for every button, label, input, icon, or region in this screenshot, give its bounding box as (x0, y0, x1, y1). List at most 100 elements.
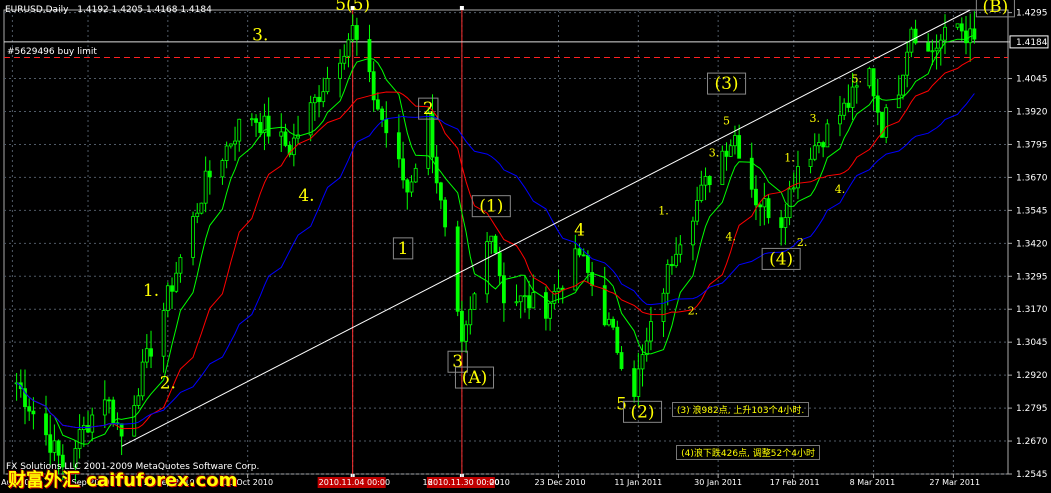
candle-body (342, 55, 347, 64)
candle-body (409, 181, 414, 193)
candle-body (52, 440, 57, 453)
candle-body (56, 440, 61, 456)
candle-body (728, 145, 733, 157)
symbol-label: EURUSD,Daily (5, 5, 69, 15)
candle-body (867, 68, 872, 87)
price-chart[interactable]: 5(5)3.4.1.2.213(A)(1)45 (2)(3)53.1.4.2.(4… (0, 0, 1051, 493)
candle-body (762, 198, 767, 208)
candle-body (111, 399, 116, 424)
candle-body (380, 108, 384, 120)
candle-body (758, 204, 763, 208)
candle-body (434, 156, 439, 184)
candle-body (191, 216, 195, 258)
wave-label: (4) (769, 249, 793, 269)
candle-body (224, 145, 229, 161)
candle-body (544, 292, 548, 319)
candle-body (523, 295, 527, 298)
candle-body (258, 122, 263, 133)
candle-body (31, 410, 36, 415)
candle-body (720, 150, 725, 186)
wave-label: 1. (143, 281, 159, 301)
candle-body (518, 295, 523, 303)
candle-body (413, 167, 418, 183)
candle-body (674, 253, 679, 267)
wave-label: 3. (252, 25, 268, 45)
candle-body (375, 99, 380, 110)
candle-body (854, 85, 859, 88)
time-tick-label: 23 Dec 2010 (535, 478, 586, 487)
vertical-marker-handle (459, 6, 464, 10)
candle-body (808, 158, 813, 167)
candle-body (384, 119, 389, 134)
candle-body (493, 235, 498, 254)
ohlc-values: 1.4192 1.4205 1.4168 1.4184 (77, 5, 212, 15)
candle-body (964, 30, 968, 44)
time-tick-label: 30 Jan 2011 (694, 478, 742, 487)
candle-body (489, 235, 494, 243)
wave-label: 4. (835, 183, 846, 196)
candle-body (195, 212, 200, 217)
candle-body (119, 423, 124, 437)
candle-body (203, 170, 208, 204)
candle-body (556, 287, 561, 292)
time-tick-label: 17 Feb 2011 (770, 478, 820, 487)
candle-body (207, 170, 212, 178)
price-tick-label: 1.4295 (1016, 9, 1048, 19)
candle-body (817, 142, 821, 147)
candle-body (405, 179, 410, 193)
candle-body (459, 310, 464, 342)
candle-body (838, 114, 842, 125)
candle-body (468, 308, 473, 326)
price-tick-label: 1.2795 (1016, 404, 1048, 414)
wave-label: (A) (462, 368, 488, 388)
wave-label: 1. (658, 204, 669, 217)
candle-body (695, 200, 700, 222)
candle-body (615, 326, 620, 353)
candle-body (514, 301, 519, 304)
candle-body (586, 254, 590, 273)
candle-body (291, 137, 296, 156)
candle-body (812, 145, 817, 160)
trend-channel-line (121, 9, 971, 447)
candle-body (733, 135, 737, 147)
candle-body (972, 28, 977, 40)
candle-body (220, 160, 225, 178)
candle-body (930, 50, 935, 53)
candle-body (90, 414, 95, 433)
candle-body (430, 113, 435, 158)
candle-body (661, 292, 666, 322)
wave-label: (B) (983, 0, 1009, 17)
wave-label: (1) (479, 197, 503, 217)
wave-label: 4 (574, 220, 585, 240)
candle-body (842, 102, 847, 116)
wave-label: 1 (398, 239, 409, 259)
candle-body (602, 285, 607, 326)
candle-body (396, 132, 401, 160)
candle-body (783, 217, 788, 228)
candle-body (266, 115, 271, 137)
candle-body (636, 368, 641, 397)
buy-limit-order-label[interactable]: #5629496 buy limit (7, 47, 97, 57)
candle-body (846, 102, 851, 108)
candle-body (905, 51, 910, 76)
candle-body (136, 395, 141, 406)
candle-body (338, 62, 342, 79)
candle-body (875, 95, 880, 113)
candle-body (283, 131, 288, 146)
candle-body (825, 123, 830, 148)
candle-body (464, 324, 468, 342)
wave-label: 3. (709, 146, 720, 159)
wave-label: 5. (852, 73, 863, 86)
candle-body (665, 264, 670, 294)
candle-body (438, 182, 443, 201)
current-price-label: 1.4184 (1016, 38, 1048, 48)
wave-note: (4)浪下跌426点, 调整52个4小时 (676, 445, 820, 461)
price-tick-label: 1.3545 (1016, 206, 1048, 216)
candle-body (943, 26, 947, 41)
candle-body (132, 405, 137, 437)
wave-label: 2. (160, 373, 176, 393)
candle-body (926, 42, 931, 52)
candle-body (703, 176, 708, 186)
candle-body (170, 285, 174, 292)
wave-label: 5(5) (335, 0, 370, 15)
